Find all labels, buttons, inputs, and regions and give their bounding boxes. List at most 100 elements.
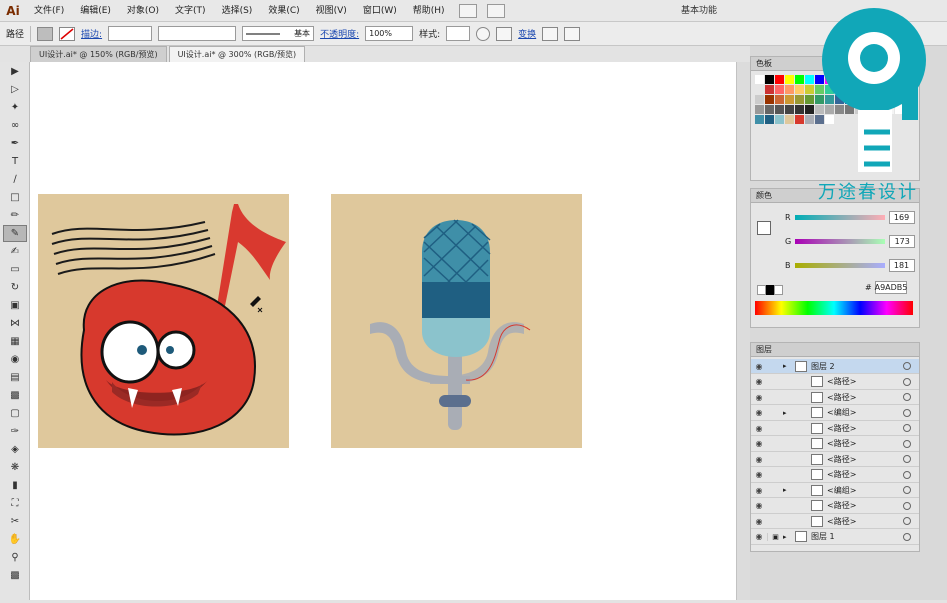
visibility-eye-icon[interactable]: ◉ (751, 470, 767, 479)
artboard-tool-icon[interactable]: ⛶ (3, 495, 27, 512)
menu-item[interactable]: 窗口(W) (355, 0, 405, 22)
b-slider[interactable] (794, 263, 885, 268)
recolor-artwork-icon[interactable] (476, 26, 491, 41)
target-icon[interactable] (903, 455, 911, 463)
sublayer-row[interactable]: ◉ ▸ <编组> (751, 406, 919, 421)
visibility-eye-icon[interactable]: ◉ (751, 517, 767, 526)
eraser-tool-icon[interactable]: ▭ (3, 261, 27, 278)
magic-wand-tool-icon[interactable]: ✦ (3, 99, 27, 116)
target-icon[interactable] (903, 377, 911, 386)
swatch[interactable] (755, 115, 765, 125)
swatch[interactable] (765, 95, 775, 105)
visibility-eye-icon[interactable]: ◉ (751, 486, 767, 495)
stroke-color-icon[interactable] (59, 26, 76, 41)
lock-icon[interactable]: ▣ (767, 532, 783, 541)
swatch[interactable] (775, 95, 785, 105)
swatch[interactable] (765, 105, 775, 115)
sublayer-row[interactable]: ◉ <路径> (751, 375, 919, 390)
expand-arrow-icon[interactable]: ▸ (783, 362, 795, 370)
target-icon[interactable] (903, 424, 911, 432)
menu-item[interactable]: 帮助(H) (405, 0, 453, 22)
menu-item[interactable]: 效果(C) (260, 0, 307, 22)
none-black-white-icon[interactable] (757, 285, 784, 295)
expand-arrow-icon[interactable]: ▸ (783, 486, 811, 494)
visibility-eye-icon[interactable]: ◉ (751, 408, 767, 417)
canvas[interactable] (30, 62, 736, 600)
swatch[interactable] (785, 75, 795, 85)
blob-brush-tool-icon[interactable]: ✍ (3, 243, 27, 260)
swatch[interactable] (755, 85, 765, 95)
perspective-grid-tool-icon[interactable]: ▤ (3, 369, 27, 386)
hand-tool-icon[interactable]: ✋ (3, 531, 27, 548)
swatch[interactable] (785, 95, 795, 105)
sublayer-row[interactable]: ◉ <路径> (751, 421, 919, 436)
layer-row[interactable]: ◉ ▸ 图层 2 (751, 359, 919, 374)
visibility-eye-icon[interactable]: ◉ (751, 424, 767, 433)
selection-tool-icon[interactable]: ▶ (3, 63, 27, 80)
stroke-weight-field[interactable] (108, 26, 153, 41)
lasso-tool-icon[interactable]: ∞ (3, 117, 27, 134)
eyedropper-tool-icon[interactable]: ✑ (3, 423, 27, 440)
target-icon[interactable] (903, 470, 911, 479)
sublayer-row[interactable]: ◉ <路径> (751, 499, 919, 514)
layer-row[interactable]: ◉ ▣ ▸ 图层 1 (751, 530, 919, 545)
visibility-eye-icon[interactable]: ◉ (751, 439, 767, 448)
opacity-label[interactable]: 不透明度: (320, 27, 359, 40)
graphic-style-select[interactable] (446, 26, 471, 41)
swatch[interactable] (795, 105, 805, 115)
target-icon[interactable] (903, 532, 911, 541)
b-value[interactable]: 181 (888, 259, 915, 272)
rotate-tool-icon[interactable]: ↻ (3, 279, 27, 296)
arrange-documents-icon[interactable] (486, 3, 505, 18)
visibility-eye-icon[interactable]: ◉ (751, 501, 767, 510)
fill-stroke-swatch-icon[interactable]: ▩ (3, 567, 27, 584)
swatch[interactable] (795, 95, 805, 105)
hex-value[interactable]: A9ADB5 (875, 281, 907, 294)
menu-item[interactable]: 视图(V) (308, 0, 355, 22)
swatch[interactable] (765, 75, 775, 85)
gradient-tool-icon[interactable]: ▢ (3, 405, 27, 422)
tab-document-150[interactable]: UI设计.ai* @ 150% (RGB/预览) (30, 46, 167, 62)
sublayer-row[interactable]: ◉ <路径> (751, 514, 919, 529)
line-tool-icon[interactable]: ∕ (3, 171, 27, 188)
visibility-eye-icon[interactable]: ◉ (751, 532, 767, 541)
swatch[interactable] (755, 105, 765, 115)
menu-item[interactable]: 编辑(E) (72, 0, 119, 22)
paintbrush-tool-icon[interactable]: ✏ (3, 207, 27, 224)
swatch[interactable] (765, 115, 775, 125)
free-transform-tool-icon[interactable]: ▦ (3, 333, 27, 350)
pen-tool-icon[interactable]: ✒ (3, 135, 27, 152)
brush-style-select[interactable]: 基本 (242, 26, 315, 41)
target-icon[interactable] (903, 486, 911, 494)
scale-tool-icon[interactable]: ▣ (3, 297, 27, 314)
blend-tool-icon[interactable]: ◈ (3, 441, 27, 458)
menu-item[interactable]: 选择(S) (214, 0, 261, 22)
fill-swatch-icon[interactable] (757, 221, 771, 235)
column-graph-tool-icon[interactable]: ▮ (3, 477, 27, 494)
transform-link[interactable]: 变换 (518, 27, 536, 40)
visibility-eye-icon[interactable]: ◉ (751, 377, 767, 386)
g-slider[interactable] (795, 239, 886, 244)
direct-selection-tool-icon[interactable]: ▷ (3, 81, 27, 98)
visibility-eye-icon[interactable]: ◉ (751, 393, 767, 402)
bridge-icon[interactable] (458, 3, 477, 18)
align-icon[interactable] (496, 26, 513, 41)
swatch[interactable] (785, 115, 795, 125)
zoom-tool-icon[interactable]: ⚲ (3, 549, 27, 566)
stroke-label[interactable]: 描边: (81, 27, 102, 40)
swatch[interactable] (775, 105, 785, 115)
r-slider[interactable] (794, 215, 885, 220)
menu-item[interactable]: 文字(T) (167, 0, 214, 22)
workspace-switcher[interactable]: 基本功能 (681, 3, 717, 16)
r-value[interactable]: 169 (888, 211, 915, 224)
rectangle-tool-icon[interactable]: □ (3, 189, 27, 206)
target-icon[interactable] (903, 517, 911, 525)
shape-builder-tool-icon[interactable]: ◉ (3, 351, 27, 368)
sublayer-row[interactable]: ◉ <路径> (751, 390, 919, 405)
sublayer-row[interactable]: ◉ <路径> (751, 468, 919, 483)
symbol-sprayer-tool-icon[interactable]: ❋ (3, 459, 27, 476)
swatch[interactable] (755, 95, 765, 105)
pencil-tool-icon[interactable]: ✎ (3, 225, 27, 242)
menu-item[interactable]: 文件(F) (26, 0, 72, 22)
expand-arrow-icon[interactable]: ▸ (783, 533, 795, 541)
